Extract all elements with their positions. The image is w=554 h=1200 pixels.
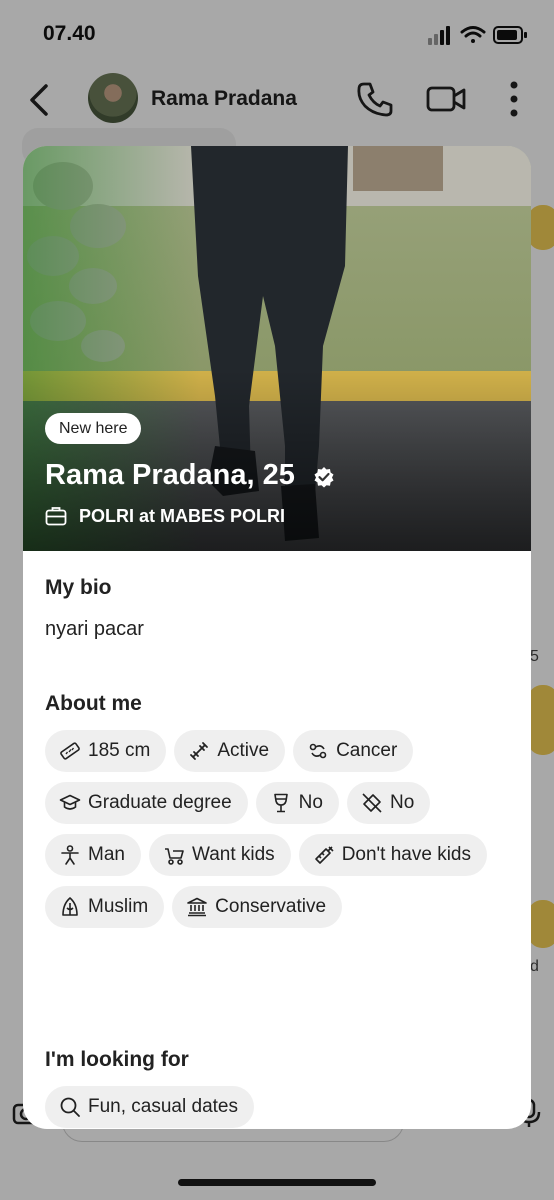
- government-building-icon: [187, 897, 207, 917]
- home-indicator[interactable]: [178, 1179, 376, 1186]
- chip-label: Active: [217, 740, 270, 761]
- chip-label: No: [389, 792, 415, 813]
- profile-chip: Man: [45, 834, 141, 876]
- ruler-icon: [60, 742, 80, 760]
- verified-badge-icon: [314, 467, 334, 488]
- religion-icon: [62, 897, 78, 916]
- chip-label: Man: [88, 844, 125, 865]
- chip-label: Fun, casual dates: [88, 1096, 238, 1117]
- chip-label: Want kids: [191, 844, 275, 865]
- looking-for-chip-list: Fun, casual dates: [45, 1086, 515, 1128]
- profile-chip: Graduate degree: [45, 782, 248, 824]
- profile-chip: No: [346, 782, 431, 824]
- profile-chip: No: [255, 782, 339, 824]
- cigarette-icon: [362, 793, 382, 813]
- chip-label: 185 cm: [88, 740, 151, 761]
- profile-name-age: Rama Pradana, 25: [45, 459, 295, 491]
- person-icon: [61, 845, 79, 865]
- chip-label: Graduate degree: [88, 792, 232, 813]
- baby-bottle-icon: [314, 846, 334, 864]
- zodiac-icon: [309, 743, 327, 759]
- chip-label: Cancer: [336, 740, 398, 761]
- profile-photo[interactable]: New here Rama Pradana, 25 POLRI at MABES…: [23, 146, 531, 551]
- chip-label: Conservative: [215, 896, 327, 917]
- wine-glass-icon: [273, 793, 288, 813]
- new-here-badge: New here: [45, 413, 142, 444]
- briefcase-icon: [45, 507, 67, 526]
- about-chip-list: 185 cm Active Cancer Graduate degree No No Man…: [45, 730, 515, 928]
- about-title: About me: [45, 692, 142, 715]
- profile-chip: Conservative: [172, 886, 343, 928]
- bio-title: My bio: [45, 576, 112, 599]
- profile-chip: 185 cm: [45, 730, 167, 772]
- profile-chip: Cancer: [293, 730, 414, 772]
- chip-label: Muslim: [88, 896, 149, 917]
- job-title: POLRI at MABES POLRI: [79, 506, 286, 526]
- profile-card: New here Rama Pradana, 25 POLRI at MABES…: [23, 146, 531, 1129]
- profile-chip: Want kids: [148, 834, 291, 876]
- profile-chip: Active: [174, 730, 286, 772]
- chip-label: Don't have kids: [341, 844, 471, 865]
- looking-for-title: I'm looking for: [45, 1048, 189, 1071]
- graduation-cap-icon: [59, 794, 81, 810]
- dumbbell-icon: [190, 742, 209, 760]
- stroller-icon: [164, 848, 184, 865]
- profile-chip: Muslim: [45, 886, 165, 928]
- profile-chip: Don't have kids: [298, 834, 487, 876]
- bio-text: nyari pacar: [45, 618, 144, 640]
- chip-label: No: [298, 792, 323, 813]
- profile-chip: Fun, casual dates: [45, 1086, 254, 1128]
- search-icon: [60, 1097, 80, 1117]
